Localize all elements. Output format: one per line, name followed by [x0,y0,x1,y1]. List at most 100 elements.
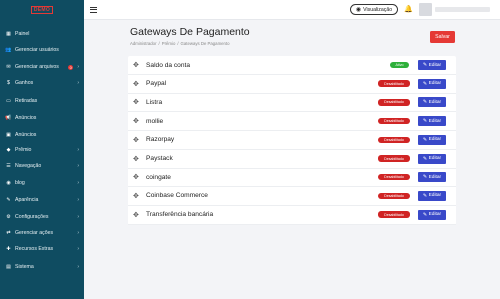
gateway-row: ✥ Paystack Desabilitado ✎ Editar [128,150,456,169]
edit-icon: ✎ [422,80,428,87]
gateway-name: Paystack [146,155,173,162]
chevron-right-icon: › [77,246,79,252]
sidebar-item[interactable]: ▦ Painel [0,28,84,40]
sidebar-item-label: Gerenciar arquivos [15,64,59,70]
topbar: ◉ Visualização 🔔 [84,0,500,20]
logo[interactable]: DEMO [30,6,54,14]
preview-button[interactable]: ◉ Visualização [350,4,398,15]
save-button[interactable]: Salvar [430,31,455,43]
drag-handle-icon[interactable]: ✥ [133,173,139,181]
ad-icon: ▣ [6,132,11,138]
sidebar: DEMO ▦ Painel 👥 Gerenciar usuários ✉ Gerencia… [0,0,84,299]
edit-label: Editar [428,81,442,87]
sidebar-item[interactable]: ⇄ Gerenciar ações › [0,227,84,239]
count-badge: 0 [68,64,74,70]
user-name-placeholder[interactable] [435,7,490,12]
sidebar-item[interactable]: ✉ Gerenciar arquivos 0 › [0,61,84,73]
paint-icon: ✎ [6,197,11,203]
chevron-right-icon: › [77,230,79,236]
edit-button[interactable]: ✎ Editar [418,209,446,220]
users-icon: 👥 [5,47,12,53]
gateway-name: mollie [146,117,164,125]
edit-button[interactable]: ✎ Editar [418,116,446,127]
dollar-icon: $ [7,80,10,86]
sidebar-item[interactable]: ◆ Prêmio › [0,144,84,156]
avatar[interactable] [419,3,432,16]
sidebar-item[interactable]: 📢 Anúncios [0,112,84,124]
chevron-right-icon: › [77,180,79,186]
edit-label: Editar [428,212,442,218]
sidebar-item-label: Recursos Extras [15,246,54,252]
eye-icon: ◉ [355,7,362,13]
sidebar-item[interactable]: ☰ Navegação › [0,160,84,172]
sidebar-item-label: Navegação [15,163,42,169]
notification-icon[interactable]: 🔔 [404,5,413,13]
sidebar-item[interactable]: ◉ blog › [0,177,84,189]
drag-handle-icon[interactable]: ✥ [133,155,139,163]
system-icon: ▤ [6,264,11,270]
sidebar-item-label: Configurações [15,214,49,220]
sidebar-item-label: Ganhos [15,80,34,86]
rss-icon: ◉ [6,180,11,186]
breadcrumb: Administrador / Prêmio / Gateways De Pagamen… [130,41,230,46]
edit-icon: ✎ [422,99,428,106]
edit-label: Editar [428,99,442,105]
breadcrumb-item[interactable]: Administrador [130,41,157,46]
navigation-icon: ☰ [6,163,11,169]
edit-label: Editar [428,193,442,199]
sidebar-item-label: Anúncios [15,132,37,138]
edit-label: Editar [428,137,442,143]
edit-icon: ✎ [422,155,428,162]
sidebar-item[interactable]: ▣ Anúncios [0,129,84,141]
gateway-row: ✥ mollie Desabilitado ✎ Editar [128,112,456,132]
breadcrumb-item[interactable]: Prêmio [162,41,176,46]
sidebar-item-label: Prêmio [15,147,32,153]
edit-button[interactable]: ✎ Editar [418,97,446,108]
drag-handle-icon[interactable]: ✥ [133,117,139,125]
files-icon: ✉ [6,64,11,70]
edit-button[interactable]: ✎ Editar [418,153,446,164]
gateway-row: ✥ Coinbase Commerce Desabilitado ✎ Editar [128,187,456,206]
sidebar-item[interactable]: ✎ Aparência › [0,194,84,206]
edit-button[interactable]: ✎ Editar [418,78,446,89]
sidebar-item[interactable]: ✚ Recursos Extras › [0,243,84,255]
chevron-right-icon: › [77,264,79,270]
sidebar-item[interactable]: $ Ganhos › [0,77,84,89]
diamond-icon: ◆ [6,147,11,153]
edit-label: Editar [428,118,442,124]
sidebar-item-label: Anúncios [15,115,37,121]
drag-handle-icon[interactable]: ✥ [133,136,139,144]
gateway-row: ✥ Transferência bancária Desabilitado ✎ Edit… [128,206,456,225]
chevron-right-icon: › [77,197,79,203]
gateway-row: ✥ Razorpay Desabilitado ✎ Editar [128,131,456,150]
edit-button[interactable]: ✎ Editar [418,172,446,183]
extras-icon: ✚ [6,246,11,252]
sidebar-item[interactable]: 👥 Gerenciar usuários [0,44,84,56]
edit-icon: ✎ [422,62,428,68]
sidebar-item[interactable]: ⚙ Configurações › [0,211,84,223]
edit-label: Editar [428,156,442,161]
gateway-name: Transferência bancária [146,211,214,219]
sidebar-item-label: Gerenciar usuários [15,47,59,53]
edit-button[interactable]: ✎ Editar [418,134,446,145]
sidebar-item[interactable]: ▤ Sistema › [0,261,84,273]
drag-handle-icon[interactable]: ✥ [133,211,139,219]
drag-handle-icon[interactable]: ✥ [133,80,139,88]
sidebar-item[interactable]: ▭ Retiradas [0,95,84,107]
sidebar-item-label: Aparência [15,197,39,203]
drag-handle-icon[interactable]: ✥ [133,192,139,200]
gateway-row: ✥ Listra Desabilitado ✎ Editar [128,93,456,113]
gateway-name: Razorpay [146,136,175,144]
edit-button[interactable]: ✎ Editar [418,60,446,70]
page-title: Gateways De Pagamento [130,26,250,38]
menu-toggle-icon[interactable] [90,5,97,13]
edit-label: Editar [428,62,442,68]
sidebar-item-label: blog [15,180,25,186]
drag-handle-icon[interactable]: ✥ [133,98,139,106]
drag-handle-icon[interactable]: ✥ [133,61,139,69]
edit-button[interactable]: ✎ Editar [418,190,446,201]
sidebar-item-label: Painel [15,31,30,37]
chevron-right-icon: › [77,64,79,70]
chevron-right-icon: › [77,214,79,220]
gateways-list: ✥ Saldo da conta Ativo ✎ Editar ✥ Paypal Desabi… [128,56,456,225]
